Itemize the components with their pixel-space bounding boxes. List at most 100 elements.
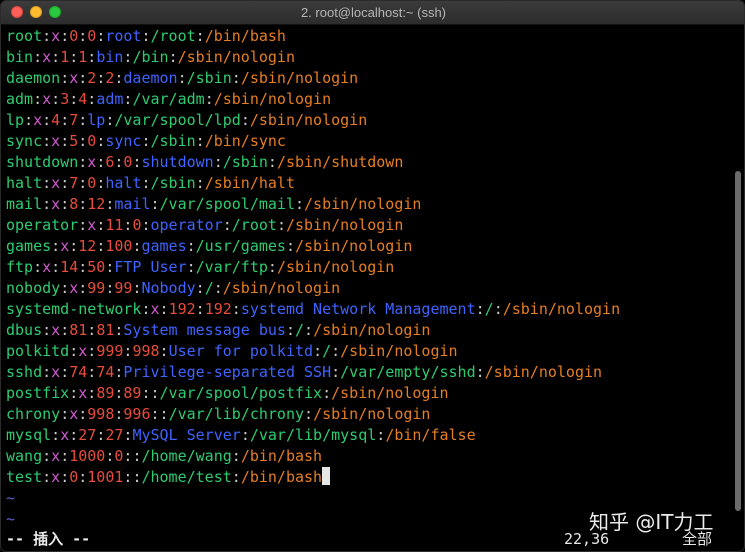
field-separator: :	[141, 27, 151, 45]
field-name: halt	[6, 174, 43, 192]
field-separator: :	[78, 195, 88, 213]
field-separator: :	[96, 132, 106, 150]
field-gid: 27	[105, 426, 124, 444]
field-separator: :	[78, 405, 88, 423]
field-uid: 8	[69, 195, 79, 213]
field-separator: :	[195, 279, 205, 297]
field-separator: :	[141, 300, 151, 318]
field-home: /	[295, 321, 305, 339]
field-separator: :	[60, 27, 70, 45]
field-gid: 7	[69, 111, 79, 129]
field-separator: :	[141, 384, 151, 402]
field-uid: 89	[96, 384, 115, 402]
field-name: shutdown	[6, 153, 79, 171]
field-shell: /sbin/nologin	[304, 195, 422, 213]
title-bar[interactable]: 2. root@localhost:~ (ssh)	[1, 1, 744, 25]
field-separator: :	[475, 363, 485, 381]
field-x: x	[33, 111, 43, 129]
field-uid: 81	[69, 321, 88, 339]
field-shell: /sbin/nologin	[276, 258, 395, 276]
field-name: nobody	[6, 279, 61, 297]
field-separator: :	[60, 468, 70, 486]
field-x: x	[51, 27, 61, 45]
field-home: /bin	[132, 48, 169, 66]
field-gecos: games	[141, 237, 187, 255]
field-gecos: bin	[96, 48, 124, 66]
field-separator: :	[96, 69, 106, 87]
field-separator: :	[96, 174, 106, 192]
field-separator: :	[60, 279, 70, 297]
field-uid: 1000	[69, 447, 106, 465]
field-separator: :	[78, 216, 88, 234]
field-gid: 89	[123, 384, 142, 402]
scrollbar[interactable]	[735, 171, 741, 511]
field-home: /var/adm	[132, 90, 205, 108]
field-uid: 27	[78, 426, 97, 444]
field-separator: :	[186, 258, 196, 276]
passwd-line: chrony:x:998:996::/var/lib/chrony:/sbin/…	[6, 404, 730, 425]
field-uid: 0	[69, 468, 79, 486]
passwd-line: systemd-network:x:192:192:systemd Networ…	[6, 299, 730, 320]
insert-mode-indicator: -- 插入 --	[6, 530, 91, 548]
field-separator: :	[267, 153, 277, 171]
vim-statusline: -- 插入 -- 22,36 全部	[6, 529, 736, 550]
field-separator: :	[141, 216, 151, 234]
field-separator: :	[87, 90, 97, 108]
field-x: x	[51, 321, 61, 339]
field-x: x	[42, 90, 52, 108]
field-gecos: mail	[114, 195, 151, 213]
field-separator: :	[213, 153, 223, 171]
field-home: /home/test	[141, 468, 232, 486]
field-uid: 998	[87, 405, 115, 423]
vim-buffer[interactable]: root:x:0:0:root:/root:/bin/bash bin:x:1:1…	[6, 26, 730, 530]
field-separator: :	[87, 342, 97, 360]
field-separator: :	[331, 342, 341, 360]
field-separator: :	[186, 237, 196, 255]
field-gid: 81	[96, 321, 115, 339]
field-uid: 99	[87, 279, 106, 297]
field-separator: :	[33, 48, 43, 66]
field-separator: :	[322, 384, 332, 402]
field-separator: :	[60, 363, 70, 381]
field-separator: :	[51, 90, 61, 108]
passwd-line: test:x:0:1001::/home/test:/bin/bash	[6, 467, 730, 488]
field-separator: :	[159, 300, 169, 318]
field-shell: /bin/bash	[240, 447, 323, 465]
field-separator: :	[331, 363, 341, 381]
field-separator: :	[96, 426, 106, 444]
field-shell: /sbin/nologin	[484, 363, 603, 381]
field-separator: :	[141, 132, 151, 150]
field-uid: 4	[51, 111, 61, 129]
field-separator: :	[231, 468, 241, 486]
passwd-line: bin:x:1:1:bin:/bin:/sbin/nologin	[6, 47, 730, 68]
field-name: mail	[6, 195, 43, 213]
field-gid: 0	[87, 174, 97, 192]
field-x: x	[69, 69, 79, 87]
field-x: x	[69, 405, 79, 423]
field-name: sshd	[6, 363, 43, 381]
field-separator: :	[69, 342, 79, 360]
field-uid: 192	[168, 300, 196, 318]
field-gecos: Privilege-separated SSH	[123, 363, 332, 381]
passwd-line: operator:x:11:0:operator:/root:/sbin/nol…	[6, 215, 730, 236]
field-x: x	[87, 153, 97, 171]
field-separator: :	[69, 384, 79, 402]
field-shell: /bin/false	[385, 426, 476, 444]
field-shell: /bin/bash	[240, 468, 323, 486]
field-name: daemon	[6, 69, 61, 87]
field-separator: :	[87, 363, 97, 381]
field-separator: :	[168, 48, 178, 66]
scroll-indicator: 全部	[682, 530, 713, 548]
field-separator: :	[493, 300, 503, 318]
field-separator: :	[33, 90, 43, 108]
field-separator: :	[285, 237, 295, 255]
field-gecos: Nobody	[141, 279, 196, 297]
passwd-line: mail:x:8:12:mail:/var/spool/mail:/sbin/n…	[6, 194, 730, 215]
field-separator: :	[87, 384, 97, 402]
field-separator: :	[69, 237, 79, 255]
passwd-line: adm:x:3:4:adm:/var/adm:/sbin/nologin	[6, 89, 730, 110]
field-uid: 74	[69, 363, 88, 381]
terminal-window: 2. root@localhost:~ (ssh) root:x:0:0:roo…	[0, 0, 745, 552]
field-separator: :	[231, 300, 241, 318]
field-gecos: systemd Network Management	[240, 300, 476, 318]
